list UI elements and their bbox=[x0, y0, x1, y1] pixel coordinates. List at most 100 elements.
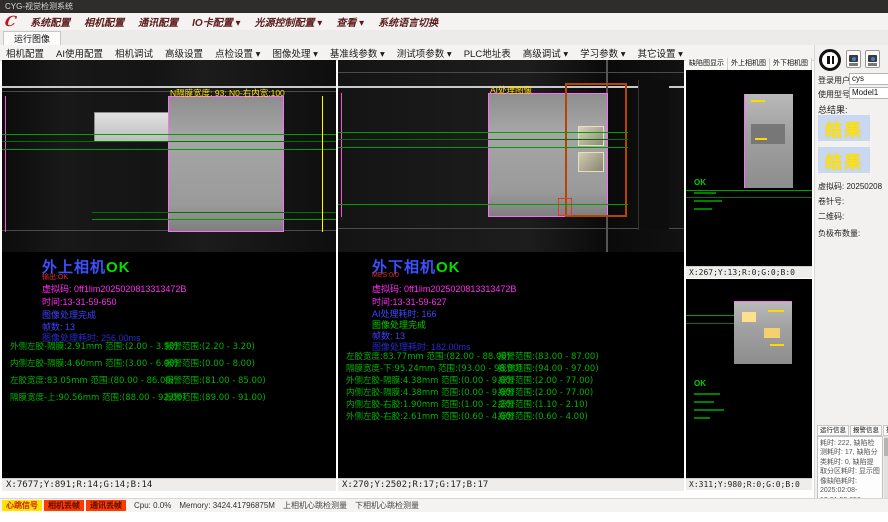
camera-tool-button-2[interactable] bbox=[865, 50, 880, 68]
result-ok: OK bbox=[436, 259, 461, 276]
measure-alarm: 报警范围:(81.00 - 85.00) bbox=[165, 374, 266, 386]
log-scrollbar[interactable] bbox=[884, 436, 888, 504]
menu-language-switch[interactable]: 系统语言切换 bbox=[371, 14, 445, 29]
heartbeat-badge: 心跳信号 bbox=[2, 500, 42, 511]
measure-row: 隔膜宽度-上:90.56mm 范围:(88.00 - 92.00) bbox=[10, 391, 186, 403]
measure-row: 左胶宽度:83.05mm 范围:(80.00 - 86.00) bbox=[10, 374, 174, 386]
needle-no-label: 卷针号: bbox=[818, 196, 844, 207]
scrollbar-thumb[interactable] bbox=[884, 438, 888, 456]
camera-upper-image: N隔膜宽度: 93; N0-右内宽:100 bbox=[2, 60, 336, 252]
camera-view-lower[interactable]: AI处理图像 外下相机OK MES:0/0 虚拟码: 0ff1lim202502… bbox=[338, 60, 684, 478]
window-title: CYG-视觉检测系统 bbox=[5, 2, 73, 11]
camera-icon bbox=[868, 55, 877, 62]
aux-tab-defect[interactable]: 缺陷图显示 bbox=[686, 58, 728, 70]
memory-usage: Memory: 3424.41796875M bbox=[179, 501, 275, 510]
aux-view-2[interactable]: OK bbox=[686, 279, 812, 478]
measure-row: 外侧左胶-隔膜:2.91mm 范围:(2.00 - 3.50) bbox=[10, 340, 178, 352]
status-bar: 心跳信号 相机丢帧 通讯丢帧 Cpu: 0.0% Memory: 3424.41… bbox=[0, 498, 888, 512]
camera-tool-button-1[interactable] bbox=[846, 50, 861, 68]
aux2-ok: OK bbox=[694, 379, 706, 388]
tab-run-image[interactable]: 运行图像 bbox=[3, 31, 61, 46]
reflect-thumb bbox=[578, 126, 604, 146]
defect-marker bbox=[558, 198, 572, 216]
aux2-image bbox=[734, 301, 792, 364]
menu-bar: C 系统配置 相机配置 通讯配置 IO卡配置 ▾ 光源控制配置 ▾ 查看 ▾ 系… bbox=[0, 13, 888, 31]
menu-system-config[interactable]: 系统配置 bbox=[23, 14, 77, 29]
camera-lower-image: AI处理图像 bbox=[338, 60, 684, 252]
tool-plc-address[interactable]: PLC地址表 bbox=[458, 46, 517, 60]
virtual-code-line: 虚拟码: 0ff1lim2025020813313472B bbox=[42, 282, 186, 295]
coord-readout-lower: X:270;Y:2502;R:17;G:17;B:17 bbox=[338, 478, 684, 491]
camera-icon bbox=[849, 55, 858, 62]
menu-io-config[interactable]: IO卡配置 ▾ bbox=[185, 14, 247, 29]
tab-row: 运行图像 bbox=[0, 30, 888, 46]
tool-camera-config[interactable]: 相机配置 bbox=[0, 46, 50, 60]
tool-advanced-debug[interactable]: 高级调试 ▾ bbox=[517, 46, 574, 60]
virtual-code-value: 20250208 bbox=[846, 182, 882, 191]
ai-roi-rect bbox=[565, 83, 627, 217]
menu-light-config[interactable]: 光源控制配置 ▾ bbox=[248, 14, 330, 29]
aux-view-1[interactable]: OK bbox=[686, 70, 812, 266]
log-output: 耗时: 222, 缺陷检测耗时: 17, 缺陷分类耗时: 0, 缺陷提取分区耗时… bbox=[817, 436, 883, 504]
coord-readout-upper: X:7677;Y:891;R:14;G:14;B:14 bbox=[2, 478, 336, 491]
camera-view-upper[interactable]: N隔膜宽度: 93; N0-右内宽:100 外上相机OK 输出:OK 虚拟码: … bbox=[2, 60, 336, 478]
menu-comm-config[interactable]: 通讯配置 bbox=[131, 14, 185, 29]
virtual-code-line: 虚拟码: 0ff1lim2025020813313472B bbox=[372, 282, 516, 295]
model-label: 使用型号: bbox=[818, 89, 852, 100]
electrode-tab bbox=[94, 112, 174, 142]
tool-other-settings[interactable]: 其它设置 ▾ bbox=[632, 46, 689, 60]
lower-cam-heartbeat: 下相机心跳检测量 bbox=[355, 500, 419, 511]
menu-camera-config[interactable]: 相机配置 bbox=[77, 14, 131, 29]
measure-alarm: 报警范围:(1.10 - 2.10) bbox=[498, 398, 588, 410]
coord-readout-aux2: X:311;Y:980;R:0;G:0;B:0 bbox=[686, 478, 812, 490]
result-box-2: 结果 bbox=[818, 147, 870, 173]
camera-lower-subtitle: MES:0/0 bbox=[372, 272, 399, 279]
measure-row: 内侧左胶-隔膜:4.38mm 范围:(0.00 - 9.00) bbox=[346, 386, 514, 398]
aux-tab-lower-cam[interactable]: 外下相机图 bbox=[770, 58, 812, 70]
measure-row: 外侧左胶-隔膜:4.38mm 范围:(0.00 - 9.00) bbox=[346, 374, 514, 386]
log-tab-alarm[interactable]: 报警信息 bbox=[850, 425, 882, 436]
tool-spot-check[interactable]: 点检设置 ▾ bbox=[209, 46, 266, 60]
measure-alarm: 报警范围:(2.00 - 77.00) bbox=[498, 386, 593, 398]
measure-row: 外侧左胶-右胶:2.61mm 范围:(0.60 - 4.00) bbox=[346, 410, 514, 422]
qr-code-label: 二维码: bbox=[818, 211, 844, 222]
overlay-ai-label: AI处理图像 bbox=[490, 84, 532, 96]
keyboard-icon bbox=[849, 63, 858, 66]
upper-cam-heartbeat: 上相机心跳检测量 bbox=[283, 500, 347, 511]
measure-alarm: 报警范围:(83.00 - 87.00) bbox=[498, 350, 599, 362]
measure-alarm: 报警范围:(0.60 - 4.00) bbox=[498, 410, 588, 422]
menu-view[interactable]: 查看 ▾ bbox=[329, 14, 371, 29]
measure-row: 内侧左胶-右胶:1.90mm 范围:(1.00 - 2.20) bbox=[346, 398, 514, 410]
anode-count-label: 负极布数量: bbox=[818, 228, 860, 239]
coord-readout-aux1: X:267;Y:13;R:0;G:0;B:0 bbox=[686, 266, 812, 278]
tool-baseline-params[interactable]: 基准线参数 ▾ bbox=[324, 46, 391, 60]
log-tab-strip: 运行信息 报警信息 操作信息 bbox=[817, 425, 888, 436]
sidebar: 登录用户: cys 使用型号: Model1 总结果: 结果 结果 虚拟码: 2… bbox=[814, 45, 888, 510]
measure-alarm: 报警范围:(0.00 - 8.00) bbox=[165, 357, 255, 369]
pause-icon bbox=[832, 56, 835, 64]
tool-camera-debug[interactable]: 相机调试 bbox=[109, 46, 159, 60]
tool-learning-params[interactable]: 学习参数 ▾ bbox=[574, 46, 631, 60]
measure-row: 内侧左胶-隔膜:4.60mm 范围:(3.00 - 6.00) bbox=[10, 357, 178, 369]
tool-test-params[interactable]: 测试项参数 ▾ bbox=[391, 46, 458, 60]
measure-alarm: 报警范围:(2.20 - 3.20) bbox=[165, 340, 255, 352]
window-titlebar: CYG-视觉检测系统 bbox=[0, 0, 888, 13]
pause-button[interactable] bbox=[819, 49, 841, 71]
app-window: CYG-视觉检测系统 C 系统配置 相机配置 通讯配置 IO卡配置 ▾ 光源控制… bbox=[0, 0, 888, 522]
login-user-field[interactable]: cys bbox=[849, 73, 888, 85]
tool-advanced-settings[interactable]: 高级设置 bbox=[159, 46, 209, 60]
aux1-ok: OK bbox=[694, 178, 706, 187]
tool-ai-use-config[interactable]: AI使用配置 bbox=[50, 46, 109, 60]
keyboard-icon bbox=[868, 63, 877, 66]
log-tab-run[interactable]: 运行信息 bbox=[817, 425, 849, 436]
aux-tab-upper-cam[interactable]: 外上相机图 bbox=[728, 58, 770, 70]
reflect-thumb bbox=[578, 152, 604, 172]
cpu-usage: Cpu: 0.0% bbox=[134, 501, 171, 510]
model-field[interactable]: Model1 bbox=[849, 87, 888, 99]
tool-image-process[interactable]: 图像处理 ▾ bbox=[266, 46, 323, 60]
time-line: 时间:13-31-59-650 bbox=[42, 295, 117, 308]
comm-drop-badge: 通讯丢帧 bbox=[86, 500, 126, 511]
log-tab-operation[interactable]: 操作信息 bbox=[883, 425, 888, 436]
app-logo-icon: C bbox=[3, 14, 18, 30]
camera-upper-subtitle: 输出:OK bbox=[42, 272, 68, 282]
